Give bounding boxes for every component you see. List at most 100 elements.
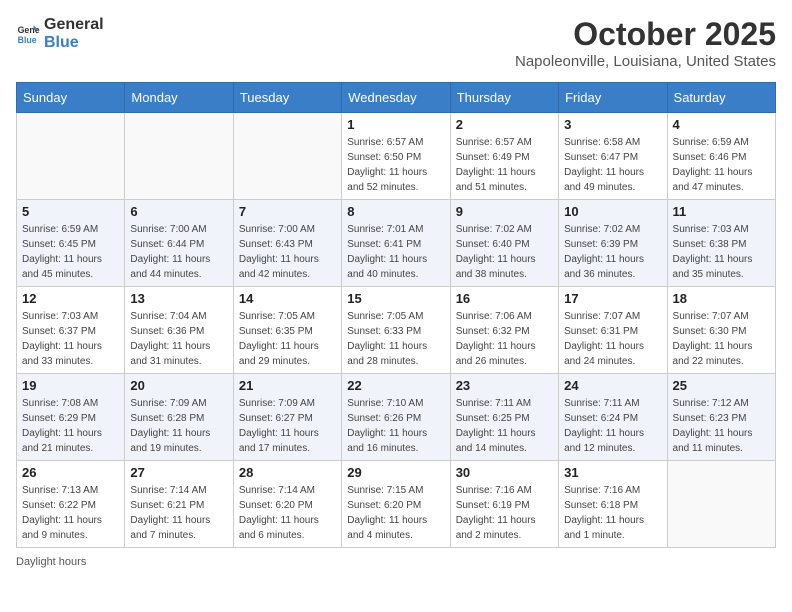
day-info: Sunrise: 7:12 AMSunset: 6:23 PMDaylight:… <box>673 396 770 456</box>
calendar-day-cell: 19Sunrise: 7:08 AMSunset: 6:29 PMDayligh… <box>17 374 125 461</box>
day-number: 31 <box>564 465 661 480</box>
calendar-day-cell: 16 Sunrise: 7:06 AMSunset: 6:32 PMDayligh… <box>450 287 558 374</box>
day-number: 18 <box>673 291 770 306</box>
calendar-week-row: 12 Sunrise: 7:03 AMSunset: 6:37 PMDayligh… <box>17 287 776 374</box>
day-info: Sunrise: 7:11 AMSunset: 6:24 PMDaylight:… <box>564 396 661 456</box>
calendar-day-cell: 18 Sunrise: 7:07 AMSunset: 6:30 PMDayligh… <box>667 287 775 374</box>
day-info: Sunrise: 7:06 AMSunset: 6:32 PMDaylight:… <box>456 309 553 369</box>
calendar-day-cell: 5 Sunrise: 6:59 AMSunset: 6:45 PMDaylight… <box>17 200 125 287</box>
day-info: Sunrise: 7:05 AMSunset: 6:35 PMDaylight:… <box>239 309 336 369</box>
calendar-body: 1Sunrise: 6:57 AMSunset: 6:50 PMDaylight… <box>17 113 776 548</box>
calendar-day-cell: 27 Sunrise: 7:14 AMSunset: 6:21 PMDayligh… <box>125 461 233 548</box>
calendar-day-cell: 21 Sunrise: 7:09 AMSunset: 6:27 PMDayligh… <box>233 374 341 461</box>
day-info: Sunrise: 7:02 AMSunset: 6:39 PMDaylight:… <box>564 222 661 282</box>
calendar-day-cell: 2Sunrise: 6:57 AMSunset: 6:49 PMDaylight… <box>450 113 558 200</box>
calendar-header-row: SundayMondayTuesdayWednesdayThursdayFrid… <box>17 83 776 113</box>
day-info: Sunrise: 7:08 AMSunset: 6:29 PMDaylight:… <box>22 396 119 456</box>
calendar-week-row: 1Sunrise: 6:57 AMSunset: 6:50 PMDaylight… <box>17 113 776 200</box>
footer: Daylight hours <box>16 556 776 568</box>
day-number: 4 <box>673 117 770 132</box>
day-info: Sunrise: 7:15 AMSunset: 6:20 PMDaylight:… <box>347 483 444 543</box>
day-info: Sunrise: 7:13 AMSunset: 6:22 PMDaylight:… <box>22 483 119 543</box>
day-info: Sunrise: 7:03 AMSunset: 6:38 PMDaylight:… <box>673 222 770 282</box>
calendar-day-cell: 29 Sunrise: 7:15 AMSunset: 6:20 PMDayligh… <box>342 461 450 548</box>
day-info: Sunrise: 7:16 AMSunset: 6:19 PMDaylight:… <box>456 483 553 543</box>
day-number: 10 <box>564 204 661 219</box>
day-number: 30 <box>456 465 553 480</box>
day-info: Sunrise: 7:01 AMSunset: 6:41 PMDaylight:… <box>347 222 444 282</box>
calendar-day-cell <box>125 113 233 200</box>
calendar-table: SundayMondayTuesdayWednesdayThursdayFrid… <box>16 82 776 548</box>
day-info: Sunrise: 7:09 AMSunset: 6:27 PMDaylight:… <box>239 396 336 456</box>
calendar-day-cell: 24 Sunrise: 7:11 AMSunset: 6:24 PMDayligh… <box>559 374 667 461</box>
calendar-day-cell <box>17 113 125 200</box>
day-number: 16 <box>456 291 553 306</box>
day-number: 17 <box>564 291 661 306</box>
weekday-header-saturday: Saturday <box>667 83 775 113</box>
calendar-day-cell: 7 Sunrise: 7:00 AMSunset: 6:43 PMDaylight… <box>233 200 341 287</box>
day-info: Sunrise: 7:14 AMSunset: 6:21 PMDaylight:… <box>130 483 227 543</box>
calendar-day-cell: 30 Sunrise: 7:16 AMSunset: 6:19 PMDayligh… <box>450 461 558 548</box>
svg-text:Blue: Blue <box>18 34 37 44</box>
day-info: Sunrise: 7:10 AMSunset: 6:26 PMDaylight:… <box>347 396 444 456</box>
day-info: Sunrise: 6:59 AMSunset: 6:45 PMDaylight:… <box>22 222 119 282</box>
calendar-week-row: 19Sunrise: 7:08 AMSunset: 6:29 PMDayligh… <box>17 374 776 461</box>
calendar-week-row: 26Sunrise: 7:13 AMSunset: 6:22 PMDayligh… <box>17 461 776 548</box>
day-number: 6 <box>130 204 227 219</box>
day-number: 12 <box>22 291 119 306</box>
day-number: 27 <box>130 465 227 480</box>
day-number: 2 <box>456 117 553 132</box>
day-number: 29 <box>347 465 444 480</box>
day-info: Sunrise: 6:59 AMSunset: 6:46 PMDaylight:… <box>673 135 770 195</box>
calendar-day-cell: 26Sunrise: 7:13 AMSunset: 6:22 PMDayligh… <box>17 461 125 548</box>
weekday-header-friday: Friday <box>559 83 667 113</box>
calendar-day-cell <box>667 461 775 548</box>
calendar-day-cell: 9 Sunrise: 7:02 AMSunset: 6:40 PMDaylight… <box>450 200 558 287</box>
day-number: 1 <box>347 117 444 132</box>
calendar-day-cell: 4 Sunrise: 6:59 AMSunset: 6:46 PMDaylight… <box>667 113 775 200</box>
weekday-header-thursday: Thursday <box>450 83 558 113</box>
calendar-week-row: 5 Sunrise: 6:59 AMSunset: 6:45 PMDaylight… <box>17 200 776 287</box>
calendar-title: October 2025 <box>515 16 776 53</box>
calendar-day-cell: 3Sunrise: 6:58 AMSunset: 6:47 PMDaylight… <box>559 113 667 200</box>
day-number: 21 <box>239 378 336 393</box>
logo-blue-text: Blue <box>44 34 104 52</box>
day-number: 3 <box>564 117 661 132</box>
day-number: 7 <box>239 204 336 219</box>
day-info: Sunrise: 7:07 AMSunset: 6:31 PMDaylight:… <box>564 309 661 369</box>
day-number: 25 <box>673 378 770 393</box>
day-number: 9 <box>456 204 553 219</box>
calendar-day-cell: 17 Sunrise: 7:07 AMSunset: 6:31 PMDayligh… <box>559 287 667 374</box>
day-info: Sunrise: 7:05 AMSunset: 6:33 PMDaylight:… <box>347 309 444 369</box>
calendar-day-cell: 20 Sunrise: 7:09 AMSunset: 6:28 PMDayligh… <box>125 374 233 461</box>
day-info: Sunrise: 7:04 AMSunset: 6:36 PMDaylight:… <box>130 309 227 369</box>
day-info: Sunrise: 7:03 AMSunset: 6:37 PMDaylight:… <box>22 309 119 369</box>
day-number: 8 <box>347 204 444 219</box>
day-info: Sunrise: 7:02 AMSunset: 6:40 PMDaylight:… <box>456 222 553 282</box>
weekday-header-sunday: Sunday <box>17 83 125 113</box>
day-number: 11 <box>673 204 770 219</box>
calendar-day-cell: 8 Sunrise: 7:01 AMSunset: 6:41 PMDaylight… <box>342 200 450 287</box>
day-number: 20 <box>130 378 227 393</box>
day-number: 14 <box>239 291 336 306</box>
calendar-day-cell: 6Sunrise: 7:00 AMSunset: 6:44 PMDaylight… <box>125 200 233 287</box>
day-info: Sunrise: 7:09 AMSunset: 6:28 PMDaylight:… <box>130 396 227 456</box>
day-number: 22 <box>347 378 444 393</box>
svg-text:General: General <box>18 25 40 35</box>
weekday-header-tuesday: Tuesday <box>233 83 341 113</box>
calendar-day-cell: 10 Sunrise: 7:02 AMSunset: 6:39 PMDayligh… <box>559 200 667 287</box>
calendar-day-cell: 11 Sunrise: 7:03 AMSunset: 6:38 PMDayligh… <box>667 200 775 287</box>
logo-general-text: General <box>44 16 104 34</box>
day-info: Sunrise: 7:07 AMSunset: 6:30 PMDaylight:… <box>673 309 770 369</box>
calendar-day-cell: 25 Sunrise: 7:12 AMSunset: 6:23 PMDayligh… <box>667 374 775 461</box>
day-number: 15 <box>347 291 444 306</box>
day-number: 23 <box>456 378 553 393</box>
day-info: Sunrise: 7:00 AMSunset: 6:43 PMDaylight:… <box>239 222 336 282</box>
day-info: Sunrise: 7:11 AMSunset: 6:25 PMDaylight:… <box>456 396 553 456</box>
calendar-day-cell: 22 Sunrise: 7:10 AMSunset: 6:26 PMDayligh… <box>342 374 450 461</box>
weekday-header-monday: Monday <box>125 83 233 113</box>
daylight-label: Daylight hours <box>16 556 86 568</box>
day-number: 24 <box>564 378 661 393</box>
day-number: 5 <box>22 204 119 219</box>
logo-icon: General Blue <box>16 22 40 46</box>
